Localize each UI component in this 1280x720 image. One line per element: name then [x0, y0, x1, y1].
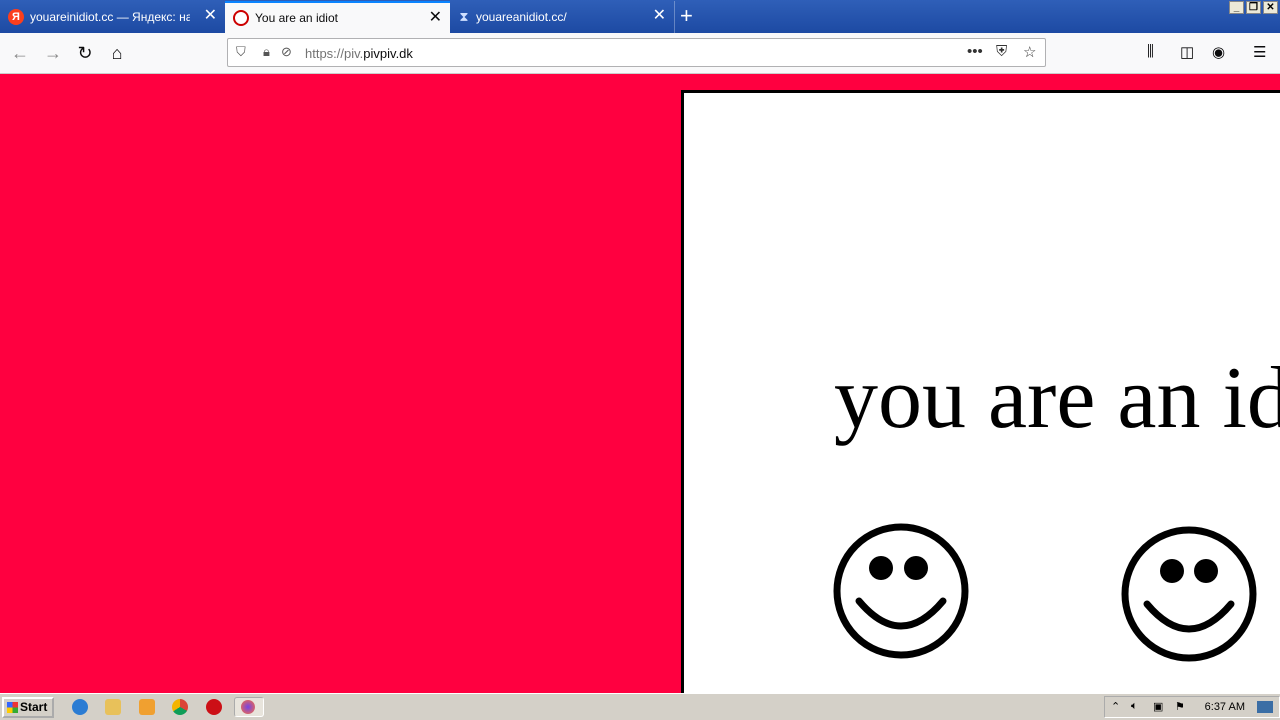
- url-prefix: https://piv.: [305, 46, 364, 61]
- taskbar: Start ⌃ 🔈︎ ▣ ⚑ 6:37 AM: [0, 693, 1280, 720]
- clock[interactable]: 6:37 AM: [1205, 701, 1245, 713]
- nav-bar: ← → ↻ ⌂ ⛉ 🔒︎ ⊘ https://piv.pivpiv.dk •••…: [0, 33, 1280, 74]
- page-actions-icon[interactable]: •••: [967, 43, 983, 60]
- pocket-icon[interactable]: ⛨: [996, 43, 1007, 60]
- chrome-icon[interactable]: [172, 699, 188, 715]
- smiley-face-icon: [833, 523, 969, 659]
- page-content: you are an idiot ANY.RUN: [0, 74, 1280, 693]
- start-label: Start: [20, 700, 48, 714]
- close-icon[interactable]: ✕: [429, 10, 442, 26]
- new-tab-button[interactable]: +: [680, 4, 693, 28]
- reload-button[interactable]: ↻: [73, 41, 97, 65]
- url-text[interactable]: https://piv.pivpiv.dk: [305, 46, 413, 61]
- firefox-icon: [241, 700, 255, 714]
- tab-yandex[interactable]: Я youareinidiot.cc — Яндекс: нашл ✕: [0, 1, 225, 33]
- tab-title: youareanidiot.cc/: [476, 10, 567, 24]
- close-icon[interactable]: ✕: [653, 8, 666, 24]
- bookmark-star-icon[interactable]: ☆: [1023, 43, 1036, 61]
- sidebar-icon[interactable]: ◫: [1180, 43, 1194, 61]
- tab-title: You are an idiot: [255, 11, 338, 25]
- watermark: ANY.RUN: [1038, 684, 1241, 693]
- system-tray: ⌃ 🔈︎ ▣ ⚑ 6:37 AM: [1104, 696, 1280, 718]
- smiley-face-icon: [1121, 526, 1257, 662]
- internet-explorer-icon[interactable]: [72, 699, 88, 715]
- show-hidden-icons-icon[interactable]: ⌃: [1111, 700, 1120, 713]
- skull-icon: [233, 10, 249, 26]
- menu-icon[interactable]: ☰: [1253, 43, 1266, 61]
- tab-youareanidiot[interactable]: ⧗ youareanidiot.cc/ ✕: [450, 1, 675, 33]
- windows-logo-icon: [7, 702, 18, 713]
- permissions-icon[interactable]: ⊘: [281, 44, 292, 60]
- minimize-button[interactable]: _: [1229, 1, 1244, 14]
- lock-icon[interactable]: 🔒︎: [263, 44, 270, 60]
- network-icon[interactable]: ▣: [1153, 700, 1163, 713]
- window-controls: _ ❐ ✕: [1229, 1, 1278, 14]
- media-player-icon[interactable]: [139, 699, 155, 715]
- close-icon[interactable]: ✕: [204, 8, 217, 24]
- idiot-popup-window[interactable]: you are an idiot: [681, 90, 1280, 693]
- tab-you-are-an-idiot[interactable]: You are an idiot ✕: [225, 1, 450, 33]
- opera-icon[interactable]: [206, 699, 222, 715]
- home-button[interactable]: ⌂: [105, 41, 129, 65]
- restore-button[interactable]: ❐: [1246, 1, 1261, 14]
- idiot-message: you are an idiot: [834, 350, 1280, 447]
- hourglass-icon: ⧗: [459, 9, 469, 24]
- url-bar[interactable]: ⛉ 🔒︎ ⊘ https://piv.pivpiv.dk ••• ⛨ ☆: [227, 38, 1046, 67]
- yandex-icon: Я: [8, 9, 24, 25]
- url-domain: pivpiv.dk: [363, 46, 413, 61]
- tab-bar: Я youareinidiot.cc — Яндекс: нашл ✕ You …: [0, 0, 1280, 33]
- volume-icon[interactable]: 🔈︎: [1131, 700, 1138, 713]
- window-close-button[interactable]: ✕: [1263, 1, 1278, 14]
- action-center-flag-icon[interactable]: ⚑: [1175, 700, 1185, 713]
- library-icon[interactable]: ⫼: [1147, 43, 1154, 60]
- show-desktop-icon[interactable]: [1257, 701, 1273, 713]
- folder-icon[interactable]: [105, 699, 121, 715]
- shield-icon[interactable]: ⛉: [236, 44, 246, 60]
- account-icon[interactable]: ◉: [1212, 43, 1225, 61]
- tab-title: youareinidiot.cc — Яндекс: нашл: [30, 10, 190, 24]
- forward-button[interactable]: →: [41, 41, 65, 65]
- start-button[interactable]: Start: [2, 697, 54, 718]
- back-button[interactable]: ←: [8, 41, 32, 65]
